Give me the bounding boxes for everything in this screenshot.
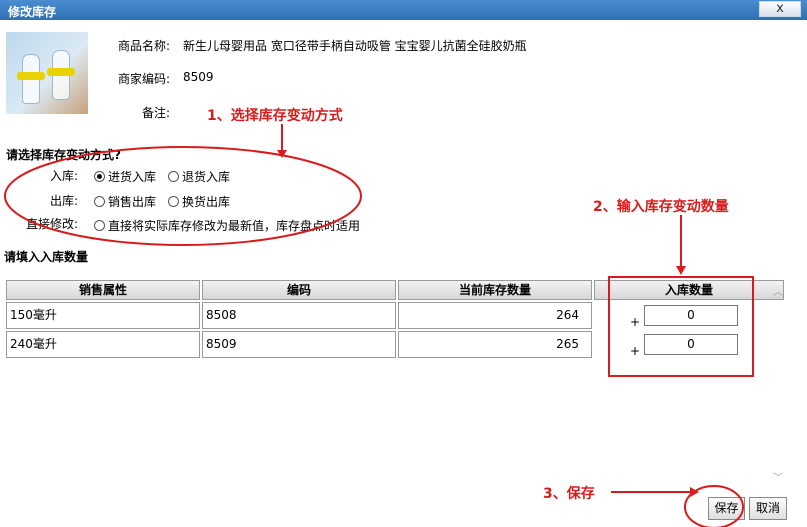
product-code-value: 8509: [183, 70, 214, 84]
radio-return-inbound-control[interactable]: [168, 171, 179, 182]
qty-input[interactable]: 0: [644, 305, 738, 326]
qty-heading: 请填入入库数量: [4, 250, 89, 264]
column-header: 编码: [202, 280, 396, 300]
step1-arrowhead: [277, 150, 287, 158]
note-label: 备注:: [142, 106, 171, 120]
column-header: 当前库存数量: [398, 280, 592, 300]
radio-return-inbound[interactable]: 退货入库: [168, 168, 230, 185]
radio-purchase-inbound[interactable]: 进货入库: [94, 168, 156, 185]
close-icon: x: [776, 1, 784, 16]
chevron-down-icon[interactable]: ﹀: [773, 469, 783, 484]
mode-heading: 请选择库存变动方式?: [6, 148, 121, 162]
table-row: 240毫升 8509 265 + 0: [6, 331, 784, 358]
step3-annotation: 3、保存: [543, 486, 595, 502]
table-row: 150毫升 8508 264 + 0: [6, 302, 784, 329]
stock-cell: 264: [398, 302, 592, 329]
code-cell: 8508: [202, 302, 396, 329]
stock-cell: 265: [398, 331, 592, 358]
radio-label: 销售出库: [108, 195, 157, 209]
dialog-titlebar: 修改库存 x: [0, 0, 807, 20]
radio-label: 直接将实际库存修改为最新值，库存盘点时适用: [108, 219, 361, 233]
code-cell: 8509: [202, 331, 396, 358]
dialog-title: 修改库存: [8, 5, 57, 19]
radio-label: 退货入库: [182, 170, 231, 184]
vertical-scrollbar[interactable]: ︿ ﹀: [771, 283, 786, 484]
chevron-up-icon[interactable]: ︿: [773, 283, 783, 298]
radio-label: 进货入库: [108, 170, 157, 184]
radio-sale-outbound[interactable]: 销售出库: [94, 193, 156, 210]
qty-input[interactable]: 0: [644, 334, 738, 355]
stock-table: 销售属性 编码 当前库存数量 入库数量 150毫升 8508 264 + 0 2…: [4, 280, 786, 358]
attr-cell: 240毫升: [6, 331, 200, 358]
inbound-label: 入库:: [50, 169, 79, 183]
radio-sale-outbound-control[interactable]: [94, 196, 105, 207]
step3-arrowhead: [690, 487, 699, 497]
radio-label: 换货出库: [182, 195, 231, 209]
save-button[interactable]: 保存: [708, 497, 745, 520]
plus-sign: +: [630, 344, 641, 358]
product-code-label: 商家编码:: [118, 72, 171, 86]
radio-purchase-inbound-control[interactable]: [94, 171, 105, 182]
qty-cell: + 0: [594, 331, 784, 358]
column-header: 销售属性: [6, 280, 200, 300]
product-name-label: 商品名称:: [118, 39, 171, 53]
attr-cell: 150毫升: [6, 302, 200, 329]
product-image: [6, 32, 88, 114]
close-button[interactable]: x: [759, 1, 801, 17]
radio-direct-edit[interactable]: 直接将实际库存修改为最新值，库存盘点时适用: [94, 217, 360, 234]
direct-edit-label: 直接修改:: [26, 217, 79, 231]
radio-exchange-outbound-control[interactable]: [168, 196, 179, 207]
qty-cell: + 0: [594, 302, 784, 329]
step1-annotation: 1、选择库存变动方式: [207, 108, 343, 124]
step2-arrowhead: [676, 266, 686, 275]
radio-exchange-outbound[interactable]: 换货出库: [168, 193, 230, 210]
column-header: 入库数量: [594, 280, 784, 300]
step2-annotation: 2、输入库存变动数量: [593, 199, 729, 215]
cancel-button[interactable]: 取消: [749, 497, 787, 520]
outbound-label: 出库:: [50, 194, 79, 208]
radio-direct-edit-control[interactable]: [94, 220, 105, 231]
product-name-value: 新生儿母婴用品 宽口径带手柄自动吸管 宝宝婴儿抗菌全硅胶奶瓶: [183, 39, 527, 53]
